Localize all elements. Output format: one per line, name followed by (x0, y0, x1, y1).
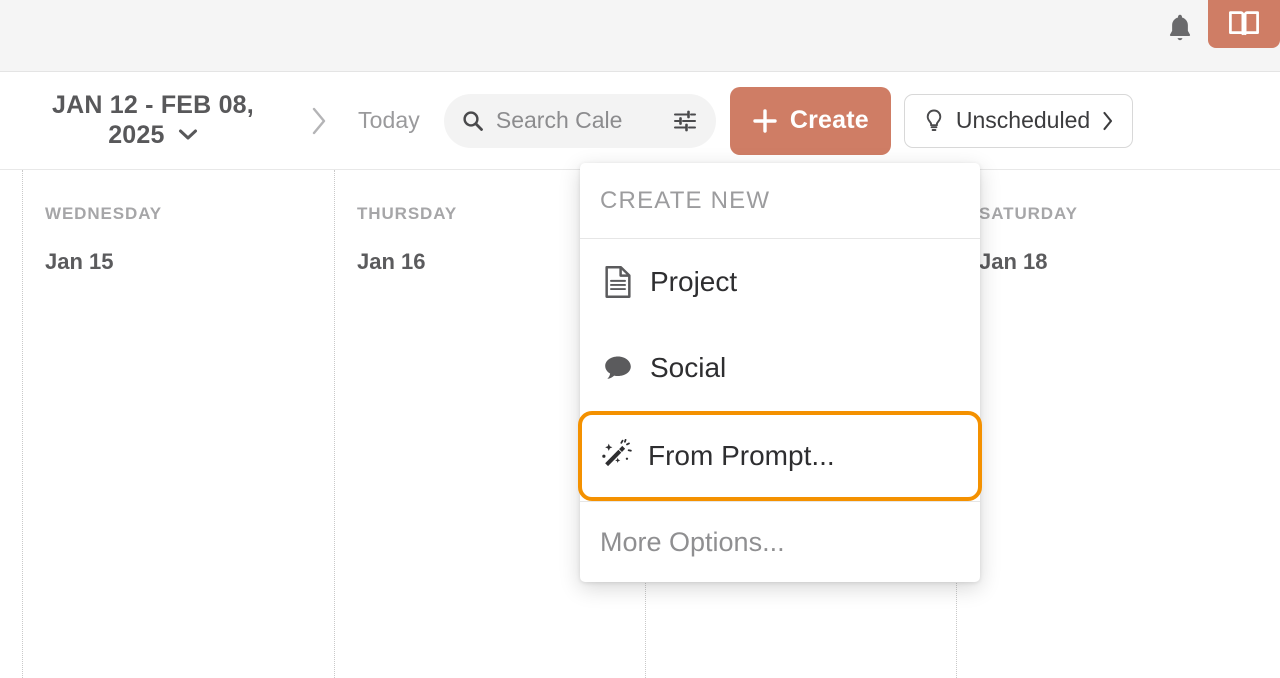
calendar-toolbar: JAN 12 - FEB 08, 2025 Today Search Cale … (0, 72, 1280, 170)
document-icon (600, 264, 636, 300)
date-range-line2: 2025 (108, 120, 165, 149)
magic-wand-icon (598, 438, 634, 474)
dropdown-item-label: From Prompt... (648, 440, 835, 471)
top-strip (0, 0, 1280, 72)
unscheduled-label: Unscheduled (955, 107, 1091, 133)
today-button[interactable]: Today (358, 107, 420, 134)
next-period-button[interactable] (302, 104, 336, 138)
calendar-day-column-saturday[interactable]: SATURDAY Jan 18 (956, 170, 1280, 678)
book-icon (1227, 9, 1261, 39)
chevron-right-small-icon (1101, 110, 1114, 132)
filter-sliders-icon[interactable] (670, 106, 700, 136)
speech-bubble-icon (600, 350, 636, 386)
calendar-app: JAN 12 - FEB 08, 2025 Today Search Cale … (0, 0, 1280, 678)
date-range-selector[interactable]: JAN 12 - FEB 08, 2025 (28, 91, 278, 150)
chevron-down-icon (178, 128, 198, 141)
notifications-button[interactable] (1152, 0, 1208, 56)
search-calendar-field[interactable] (443, 93, 716, 148)
day-of-week-label: WEDNESDAY (45, 204, 163, 223)
create-new-dropdown: CREATE NEW Project Social From Prompt...… (578, 163, 982, 582)
dropdown-header: CREATE NEW (580, 163, 980, 239)
create-button[interactable]: Create (729, 86, 891, 155)
dropdown-item-social[interactable]: Social (580, 325, 980, 411)
calendar-day-column-wednesday[interactable]: WEDNESDAY Jan 15 (22, 170, 334, 678)
guide-button[interactable] (1208, 0, 1280, 48)
unscheduled-button[interactable]: Unscheduled (903, 93, 1134, 148)
top-strip-icons (1152, 0, 1280, 72)
day-date-label: Jan 15 (45, 249, 114, 274)
create-button-label: Create (789, 106, 869, 134)
search-input[interactable] (495, 107, 668, 134)
dropdown-item-project[interactable]: Project (580, 239, 980, 325)
day-of-week-label: SATURDAY (979, 204, 1078, 223)
calendar-day-column-partial[interactable] (0, 170, 22, 678)
day-date-label: Jan 18 (979, 249, 1048, 274)
search-icon (460, 108, 486, 134)
bell-icon (1165, 12, 1195, 44)
date-range-line1: JAN 12 - FEB 08, (52, 91, 254, 119)
dropdown-more-options[interactable]: More Options... (580, 502, 980, 582)
lightbulb-icon (923, 108, 945, 134)
chevron-right-icon (310, 105, 328, 137)
plus-icon (752, 108, 778, 134)
dropdown-item-from-prompt[interactable]: From Prompt... (578, 411, 982, 501)
dropdown-item-label: Social (650, 352, 727, 383)
dropdown-item-label: Project (650, 266, 738, 297)
